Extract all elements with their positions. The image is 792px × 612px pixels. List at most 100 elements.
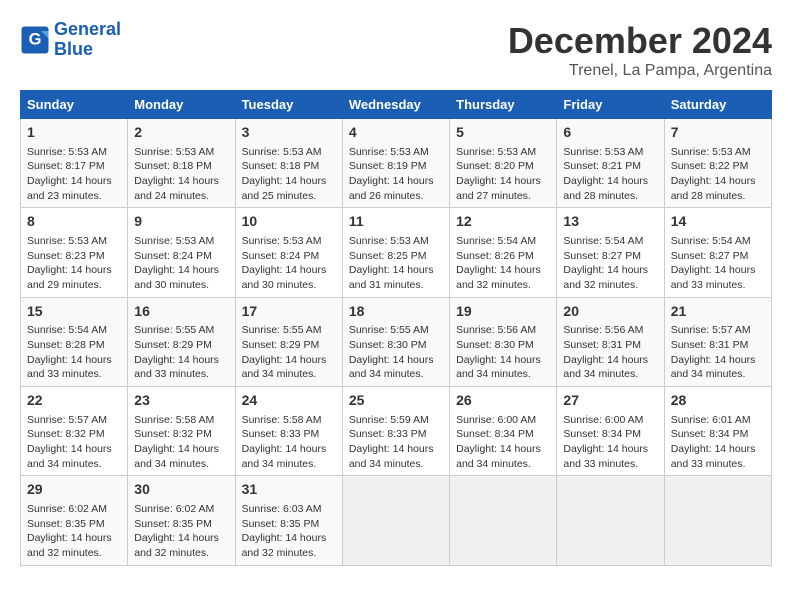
- calendar-cell: 22Sunrise: 5:57 AM Sunset: 8:32 PM Dayli…: [21, 387, 128, 476]
- calendar-cell: 13Sunrise: 5:54 AM Sunset: 8:27 PM Dayli…: [557, 208, 664, 297]
- header-day-friday: Friday: [557, 91, 664, 119]
- calendar-cell: 6Sunrise: 5:53 AM Sunset: 8:21 PM Daylig…: [557, 119, 664, 208]
- day-info: Sunrise: 6:02 AM Sunset: 8:35 PM Dayligh…: [134, 502, 228, 561]
- day-number: 22: [27, 391, 121, 411]
- calendar-cell: 3Sunrise: 5:53 AM Sunset: 8:18 PM Daylig…: [235, 119, 342, 208]
- logo-text: General Blue: [54, 20, 121, 60]
- calendar-cell: 9Sunrise: 5:53 AM Sunset: 8:24 PM Daylig…: [128, 208, 235, 297]
- day-info: Sunrise: 5:53 AM Sunset: 8:21 PM Dayligh…: [563, 145, 657, 204]
- day-info: Sunrise: 5:58 AM Sunset: 8:33 PM Dayligh…: [242, 413, 336, 472]
- header-day-saturday: Saturday: [664, 91, 771, 119]
- calendar-cell: 21Sunrise: 5:57 AM Sunset: 8:31 PM Dayli…: [664, 297, 771, 386]
- header-day-wednesday: Wednesday: [342, 91, 449, 119]
- day-info: Sunrise: 5:54 AM Sunset: 8:26 PM Dayligh…: [456, 234, 550, 293]
- day-info: Sunrise: 5:53 AM Sunset: 8:18 PM Dayligh…: [134, 145, 228, 204]
- header-day-thursday: Thursday: [450, 91, 557, 119]
- day-info: Sunrise: 5:58 AM Sunset: 8:32 PM Dayligh…: [134, 413, 228, 472]
- day-number: 31: [242, 480, 336, 500]
- day-number: 12: [456, 212, 550, 232]
- day-info: Sunrise: 5:53 AM Sunset: 8:24 PM Dayligh…: [242, 234, 336, 293]
- svg-text:G: G: [29, 30, 42, 48]
- day-info: Sunrise: 5:55 AM Sunset: 8:29 PM Dayligh…: [134, 323, 228, 382]
- calendar-cell: 27Sunrise: 6:00 AM Sunset: 8:34 PM Dayli…: [557, 387, 664, 476]
- calendar-cell: 20Sunrise: 5:56 AM Sunset: 8:31 PM Dayli…: [557, 297, 664, 386]
- calendar-cell: 17Sunrise: 5:55 AM Sunset: 8:29 PM Dayli…: [235, 297, 342, 386]
- day-number: 9: [134, 212, 228, 232]
- day-info: Sunrise: 5:57 AM Sunset: 8:31 PM Dayligh…: [671, 323, 765, 382]
- day-number: 25: [349, 391, 443, 411]
- calendar-cell: 12Sunrise: 5:54 AM Sunset: 8:26 PM Dayli…: [450, 208, 557, 297]
- month-title: December 2024: [508, 20, 772, 62]
- day-number: 15: [27, 302, 121, 322]
- header-day-monday: Monday: [128, 91, 235, 119]
- day-number: 13: [563, 212, 657, 232]
- logo-line2: Blue: [54, 39, 93, 59]
- day-info: Sunrise: 5:53 AM Sunset: 8:25 PM Dayligh…: [349, 234, 443, 293]
- calendar-cell: 1Sunrise: 5:53 AM Sunset: 8:17 PM Daylig…: [21, 119, 128, 208]
- day-number: 19: [456, 302, 550, 322]
- day-info: Sunrise: 5:55 AM Sunset: 8:29 PM Dayligh…: [242, 323, 336, 382]
- calendar-cell: 8Sunrise: 5:53 AM Sunset: 8:23 PM Daylig…: [21, 208, 128, 297]
- calendar-cell: [450, 476, 557, 565]
- calendar-week-4: 22Sunrise: 5:57 AM Sunset: 8:32 PM Dayli…: [21, 387, 772, 476]
- day-info: Sunrise: 6:02 AM Sunset: 8:35 PM Dayligh…: [27, 502, 121, 561]
- calendar-cell: 31Sunrise: 6:03 AM Sunset: 8:35 PM Dayli…: [235, 476, 342, 565]
- calendar-body: 1Sunrise: 5:53 AM Sunset: 8:17 PM Daylig…: [21, 119, 772, 566]
- header-day-sunday: Sunday: [21, 91, 128, 119]
- day-number: 27: [563, 391, 657, 411]
- calendar-cell: 28Sunrise: 6:01 AM Sunset: 8:34 PM Dayli…: [664, 387, 771, 476]
- calendar-cell: 5Sunrise: 5:53 AM Sunset: 8:20 PM Daylig…: [450, 119, 557, 208]
- day-info: Sunrise: 5:54 AM Sunset: 8:28 PM Dayligh…: [27, 323, 121, 382]
- calendar-week-5: 29Sunrise: 6:02 AM Sunset: 8:35 PM Dayli…: [21, 476, 772, 565]
- day-info: Sunrise: 6:00 AM Sunset: 8:34 PM Dayligh…: [563, 413, 657, 472]
- calendar-cell: 14Sunrise: 5:54 AM Sunset: 8:27 PM Dayli…: [664, 208, 771, 297]
- day-number: 1: [27, 123, 121, 143]
- day-info: Sunrise: 5:56 AM Sunset: 8:31 PM Dayligh…: [563, 323, 657, 382]
- day-info: Sunrise: 5:53 AM Sunset: 8:23 PM Dayligh…: [27, 234, 121, 293]
- day-info: Sunrise: 5:53 AM Sunset: 8:20 PM Dayligh…: [456, 145, 550, 204]
- day-info: Sunrise: 6:01 AM Sunset: 8:34 PM Dayligh…: [671, 413, 765, 472]
- day-number: 23: [134, 391, 228, 411]
- logo: G General Blue: [20, 20, 121, 60]
- day-number: 28: [671, 391, 765, 411]
- day-number: 20: [563, 302, 657, 322]
- calendar-cell: 26Sunrise: 6:00 AM Sunset: 8:34 PM Dayli…: [450, 387, 557, 476]
- calendar-cell: 15Sunrise: 5:54 AM Sunset: 8:28 PM Dayli…: [21, 297, 128, 386]
- day-info: Sunrise: 6:03 AM Sunset: 8:35 PM Dayligh…: [242, 502, 336, 561]
- day-number: 7: [671, 123, 765, 143]
- calendar-cell: 24Sunrise: 5:58 AM Sunset: 8:33 PM Dayli…: [235, 387, 342, 476]
- day-info: Sunrise: 5:59 AM Sunset: 8:33 PM Dayligh…: [349, 413, 443, 472]
- day-info: Sunrise: 5:53 AM Sunset: 8:17 PM Dayligh…: [27, 145, 121, 204]
- day-number: 14: [671, 212, 765, 232]
- calendar-cell: 16Sunrise: 5:55 AM Sunset: 8:29 PM Dayli…: [128, 297, 235, 386]
- calendar-week-2: 8Sunrise: 5:53 AM Sunset: 8:23 PM Daylig…: [21, 208, 772, 297]
- day-info: Sunrise: 5:53 AM Sunset: 8:24 PM Dayligh…: [134, 234, 228, 293]
- header-day-tuesday: Tuesday: [235, 91, 342, 119]
- day-info: Sunrise: 6:00 AM Sunset: 8:34 PM Dayligh…: [456, 413, 550, 472]
- day-info: Sunrise: 5:53 AM Sunset: 8:22 PM Dayligh…: [671, 145, 765, 204]
- day-number: 10: [242, 212, 336, 232]
- day-number: 17: [242, 302, 336, 322]
- calendar-cell: 25Sunrise: 5:59 AM Sunset: 8:33 PM Dayli…: [342, 387, 449, 476]
- day-info: Sunrise: 5:53 AM Sunset: 8:18 PM Dayligh…: [242, 145, 336, 204]
- day-number: 3: [242, 123, 336, 143]
- calendar-header-row: SundayMondayTuesdayWednesdayThursdayFrid…: [21, 91, 772, 119]
- title-block: December 2024 Trenel, La Pampa, Argentin…: [508, 20, 772, 80]
- calendar-cell: 4Sunrise: 5:53 AM Sunset: 8:19 PM Daylig…: [342, 119, 449, 208]
- calendar-cell: [664, 476, 771, 565]
- calendar-cell: 10Sunrise: 5:53 AM Sunset: 8:24 PM Dayli…: [235, 208, 342, 297]
- day-number: 2: [134, 123, 228, 143]
- day-number: 30: [134, 480, 228, 500]
- calendar-cell: 23Sunrise: 5:58 AM Sunset: 8:32 PM Dayli…: [128, 387, 235, 476]
- logo-line1: General: [54, 19, 121, 39]
- calendar-cell: 30Sunrise: 6:02 AM Sunset: 8:35 PM Dayli…: [128, 476, 235, 565]
- day-number: 6: [563, 123, 657, 143]
- calendar-cell: 18Sunrise: 5:55 AM Sunset: 8:30 PM Dayli…: [342, 297, 449, 386]
- calendar-week-1: 1Sunrise: 5:53 AM Sunset: 8:17 PM Daylig…: [21, 119, 772, 208]
- day-info: Sunrise: 5:54 AM Sunset: 8:27 PM Dayligh…: [563, 234, 657, 293]
- day-number: 24: [242, 391, 336, 411]
- day-number: 8: [27, 212, 121, 232]
- logo-icon: G: [20, 25, 50, 55]
- calendar-cell: 7Sunrise: 5:53 AM Sunset: 8:22 PM Daylig…: [664, 119, 771, 208]
- day-info: Sunrise: 5:56 AM Sunset: 8:30 PM Dayligh…: [456, 323, 550, 382]
